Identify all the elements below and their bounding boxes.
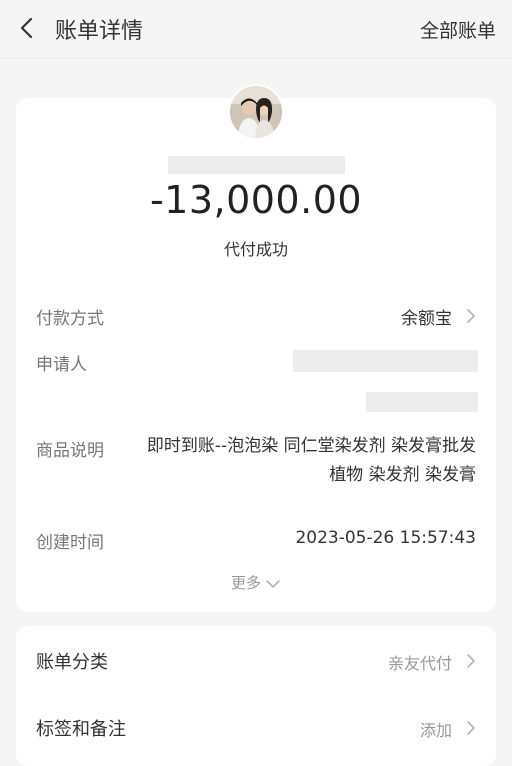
more-toggle[interactable]: 更多 <box>16 572 496 593</box>
redacted-applicant-bar <box>293 350 478 372</box>
category-label: 账单分类 <box>36 652 108 673</box>
created-time-label: 创建时间 <box>36 533 104 553</box>
payment-method-value[interactable]: 余额宝 <box>401 304 452 329</box>
page-title: 账单详情 <box>55 19 144 44</box>
chevron-right-icon[interactable] <box>464 308 478 323</box>
avatar <box>230 86 282 138</box>
applicant-label: 申请人 <box>36 355 87 375</box>
chevron-down-icon <box>266 580 280 588</box>
category-value[interactable]: 亲友代付 <box>388 650 452 674</box>
redacted-applicant-bar-2 <box>366 392 478 412</box>
all-bills-link[interactable]: 全部账单 <box>420 16 496 43</box>
product-description: 即时到账--泡泡染 同仁堂染发剂 染发膏批发植物 染发剂 染发膏 <box>146 436 476 485</box>
amount-text: -13,000.00 <box>149 178 363 222</box>
status-text: 代付成功 <box>223 240 288 259</box>
bill-detail-card: -13,000.00 代付成功 付款方式 余额宝 申请人 商品说明 即时到账--… <box>16 86 496 612</box>
bill-extra-card: 账单分类 亲友代付 标签和备注 添加 <box>16 626 496 766</box>
product-label: 商品说明 <box>36 441 104 461</box>
top-bar: 账单详情 全部账单 <box>0 0 512 59</box>
tags-label: 标签和备注 <box>36 719 126 740</box>
chevron-right-icon[interactable] <box>464 653 478 668</box>
payment-method-label: 付款方式 <box>36 309 104 329</box>
chevron-left-icon[interactable] <box>16 16 40 40</box>
created-time-value: 2023-05-26 15:57:43 <box>295 528 476 548</box>
redacted-name-bar <box>168 156 345 174</box>
tags-add-button[interactable]: 添加 <box>420 717 452 741</box>
chevron-right-icon[interactable] <box>464 720 478 735</box>
more-label: 更多 <box>230 574 261 592</box>
